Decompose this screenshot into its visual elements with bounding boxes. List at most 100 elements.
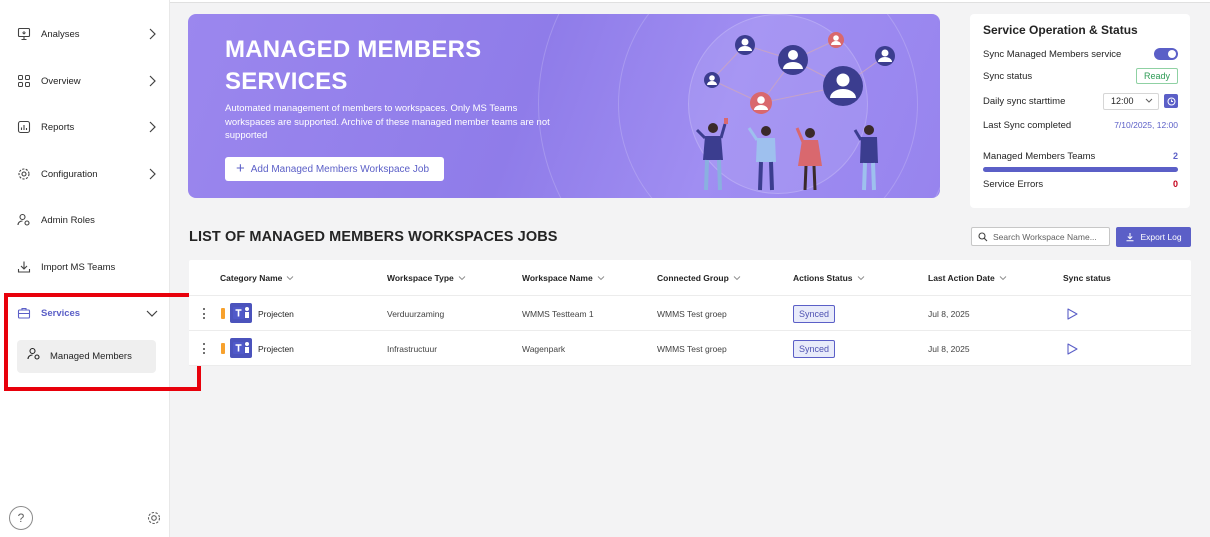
highlight-annotation-box bbox=[4, 293, 201, 391]
grid-icon bbox=[17, 74, 31, 88]
drag-handle-icon[interactable] bbox=[202, 343, 205, 354]
search-input[interactable] bbox=[993, 231, 1108, 242]
workspace-search[interactable] bbox=[971, 227, 1110, 246]
column-header-workspace-name[interactable]: Workspace Name bbox=[522, 260, 605, 296]
cell-sync-status bbox=[1065, 296, 1079, 331]
sync-service-toggle[interactable] bbox=[1154, 48, 1178, 60]
last-sync-row: Last Sync completed 7/10/2025, 12:00 bbox=[983, 116, 1178, 134]
jobs-table: Category Name Workspace Type Workspace N… bbox=[189, 260, 1191, 366]
table-header: Category Name Workspace Type Workspace N… bbox=[189, 260, 1191, 296]
sidebar-item-label: Reports bbox=[41, 121, 75, 133]
daily-sync-row: Daily sync starttime 12:00 bbox=[983, 92, 1178, 110]
column-header-connected-group[interactable]: Connected Group bbox=[657, 260, 741, 296]
column-header-label: Sync status bbox=[1063, 273, 1111, 283]
column-header-sync-status: Sync status bbox=[1063, 260, 1111, 296]
sidebar-item-label: Configuration bbox=[41, 168, 98, 180]
cell-actions-status: Synced bbox=[793, 331, 836, 366]
chevron-down-icon bbox=[458, 276, 466, 281]
service-errors-label: Service Errors bbox=[983, 178, 1044, 190]
managed-teams-progress-fill bbox=[983, 167, 1178, 172]
top-strip bbox=[170, 0, 1210, 3]
sidebar-item-label: Import MS Teams bbox=[41, 261, 116, 273]
export-log-button[interactable]: Export Log bbox=[1116, 227, 1191, 247]
clock-icon[interactable] bbox=[1164, 94, 1178, 108]
sync-status-label: Sync status bbox=[983, 70, 1033, 82]
ms-teams-icon bbox=[230, 303, 252, 323]
category-color-marker bbox=[221, 308, 225, 319]
sync-status-row: Sync status Ready bbox=[983, 67, 1178, 85]
last-sync-value: 7/10/2025, 12:00 bbox=[1114, 120, 1178, 130]
add-workspace-job-label: Add Managed Members Workspace Job bbox=[250, 163, 430, 175]
chevron-right-icon bbox=[146, 27, 158, 41]
column-header-label: Connected Group bbox=[657, 273, 729, 283]
banner-description: Automated management of members to works… bbox=[225, 103, 550, 141]
play-icon[interactable] bbox=[1065, 342, 1079, 356]
banner-title: MANAGED MEMBERS SERVICES bbox=[225, 34, 525, 98]
sidebar-item-configuration[interactable]: Configuration bbox=[0, 154, 170, 194]
chevron-down-icon bbox=[999, 276, 1007, 281]
status-badge: Synced bbox=[793, 339, 836, 358]
column-header-actions-status[interactable]: Actions Status bbox=[793, 260, 865, 296]
help-button[interactable]: ? bbox=[9, 506, 33, 530]
play-icon[interactable] bbox=[1065, 307, 1079, 321]
add-workspace-job-button[interactable]: + Add Managed Members Workspace Job bbox=[225, 157, 444, 181]
chevron-down-icon bbox=[733, 276, 741, 281]
cell-workspace-name: Wagenpark bbox=[522, 343, 566, 354]
banner-title-line: MANAGED MEMBERS bbox=[225, 36, 482, 63]
column-header-category-name[interactable]: Category Name bbox=[220, 260, 294, 296]
cell-category-name: Projecten bbox=[258, 308, 294, 319]
sidebar-item-label: Admin Roles bbox=[41, 214, 95, 226]
cell-workspace-type: Verduurzaming bbox=[387, 308, 445, 319]
chevron-down-icon bbox=[1145, 98, 1153, 103]
service-status-card: Service Operation & Status Sync Managed … bbox=[970, 14, 1190, 208]
cell-category-name: Projecten bbox=[258, 343, 294, 354]
managed-teams-progress bbox=[983, 167, 1178, 172]
drag-handle-icon[interactable] bbox=[202, 308, 205, 319]
column-header-label: Workspace Name bbox=[522, 273, 593, 283]
service-errors-count: 0 bbox=[1172, 179, 1178, 189]
table-row[interactable]: Projecten Infrastructuur Wagenpark WMMS … bbox=[189, 331, 1191, 366]
cell-actions-status: Synced bbox=[793, 296, 836, 331]
daily-sync-time-select[interactable]: 12:00 bbox=[1103, 92, 1159, 110]
sidebar: Analyses Overview Reports Configuration … bbox=[0, 0, 170, 537]
settings-gear-icon[interactable] bbox=[146, 510, 162, 526]
category-color-marker bbox=[221, 343, 225, 354]
managed-teams-label: Managed Members Teams bbox=[983, 150, 1096, 162]
sidebar-item-label: Overview bbox=[41, 75, 81, 87]
column-header-label: Category Name bbox=[220, 273, 283, 283]
cell-connected-group: WMMS Test groep bbox=[657, 308, 727, 319]
sidebar-item-import-ms-teams[interactable]: Import MS Teams bbox=[0, 247, 170, 287]
banner-title-line: SERVICES bbox=[225, 68, 348, 95]
download-icon bbox=[1126, 233, 1134, 242]
column-header-label: Actions Status bbox=[793, 273, 853, 283]
gear-icon bbox=[17, 167, 31, 181]
ms-teams-icon bbox=[230, 338, 252, 358]
chevron-down-icon bbox=[287, 276, 294, 281]
sidebar-item-reports[interactable]: Reports bbox=[0, 107, 170, 147]
status-card-title: Service Operation & Status bbox=[983, 23, 1138, 37]
cell-last-action-date: Jul 8, 2025 bbox=[928, 308, 970, 319]
last-sync-label: Last Sync completed bbox=[983, 119, 1072, 131]
chevron-right-icon bbox=[146, 120, 158, 134]
sidebar-item-analyses[interactable]: Analyses bbox=[0, 14, 170, 54]
jobs-list-title: LIST OF MANAGED MEMBERS WORKSPACES JOBS bbox=[189, 229, 558, 245]
chevron-right-icon bbox=[146, 167, 158, 181]
managed-teams-count: 2 bbox=[1172, 151, 1178, 161]
column-header-workspace-type[interactable]: Workspace Type bbox=[387, 260, 466, 296]
sidebar-item-overview[interactable]: Overview bbox=[0, 61, 170, 101]
sidebar-item-admin-roles[interactable]: Admin Roles bbox=[0, 200, 170, 240]
column-header-last-action-date[interactable]: Last Action Date bbox=[928, 260, 1007, 296]
search-icon bbox=[978, 231, 988, 241]
chevron-down-icon bbox=[857, 276, 864, 281]
cell-sync-status bbox=[1065, 331, 1079, 366]
column-header-label: Last Action Date bbox=[928, 273, 995, 283]
export-log-label: Export Log bbox=[1140, 232, 1182, 242]
table-row[interactable]: Projecten Verduurzaming WMMS Testteam 1 … bbox=[189, 296, 1191, 331]
daily-sync-time-value: 12:00 bbox=[1111, 96, 1134, 106]
hero-banner: MANAGED MEMBERS SERVICES Automated manag… bbox=[188, 14, 940, 198]
sync-service-label: Sync Managed Members service bbox=[983, 48, 1122, 60]
column-header-label: Workspace Type bbox=[387, 273, 454, 283]
chart-icon bbox=[17, 120, 31, 134]
cell-last-action-date: Jul 8, 2025 bbox=[928, 343, 970, 354]
sync-status-badge: Ready bbox=[1135, 68, 1178, 84]
